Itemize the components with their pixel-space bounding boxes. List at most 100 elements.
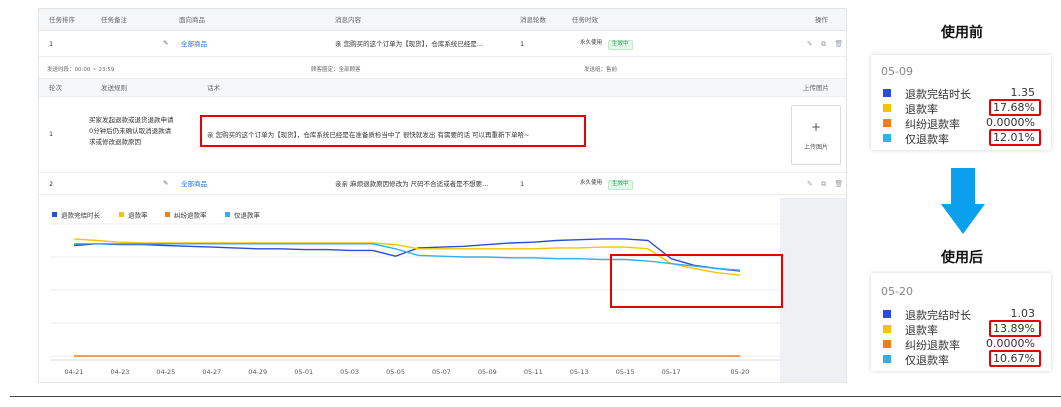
x-tick-label: 05-03 [340,368,359,376]
legend-swatch [52,212,57,217]
after-item-only-refund-rate: 仅退款率 10.67% [883,350,1041,367]
series-swatch [883,134,891,142]
after-panel: 05-20 退款完结时长 1.03 退款率 13.89% 纠纷退款率 0.000… [871,273,1051,371]
header-task-order: 任务排序 [49,16,75,24]
detail-round: 1 [49,130,54,138]
row-rounds: 1 [520,180,525,188]
after-item-refund-rate: 退款率 13.89% [883,320,1041,337]
item-label: 退款率 [905,103,938,116]
item-value: 0.0000% [986,337,1035,350]
before-item-duration: 退款完结时长 1.35 [883,86,1041,101]
header-task-validity: 任务时效 [572,16,598,24]
header-message-rounds: 消息轮数 [520,16,546,24]
before-item-dispute-rate: 纠纷退款率 0.0000% [883,116,1041,131]
legend-label: 退款率 [128,211,148,220]
x-tick-label: 05-09 [478,368,497,376]
x-tick-label: 05-07 [432,368,451,376]
status-badge: 生效中 [608,40,633,50]
x-tick-label: 04-29 [248,368,267,376]
item-label: 仅退款率 [905,354,949,367]
detail-subheader: 轮次 发送规则 话术 上传图片 [39,79,846,97]
goods-link[interactable]: 全部商品 [181,181,207,188]
before-date: 05-09 [881,65,913,78]
row-order: 2 [49,180,54,188]
item-label: 仅退款率 [905,133,949,146]
after-date: 05-20 [881,285,913,298]
task-management-screen: 任务排序 任务备注 面向商品 消息内容 消息轮数 任务时效 操作 1 ✎ 全部商… [38,8,847,383]
legend-label: 仅退款率 [234,211,261,220]
goods-link[interactable]: 全部商品 [181,41,207,48]
upload-label: 上传图片 [803,144,828,151]
legend-swatch [119,212,124,217]
edit-icon[interactable]: ✎ [163,180,168,187]
row-message: 亲 您购买的这个订单为【现货】，仓库系统已经是... [335,40,484,48]
row-order: 1 [49,40,54,48]
series-swatch [883,355,891,363]
chart-highlight-box [610,254,783,308]
item-label: 退款完结时长 [905,88,971,101]
col-round: 轮次 [49,84,62,92]
series-swatch [883,104,891,112]
table-row[interactable]: 1 ✎ 全部商品 亲 您购买的这个订单为【现货】，仓库系统已经是... 1 永久… [39,31,846,57]
header-task-note: 任务备注 [101,16,127,24]
row-operation-icons[interactable]: ✎ ⧉ 🗑 [807,40,846,49]
series-swatch [883,89,891,97]
x-tick-label: 05-01 [294,368,313,376]
x-tick-label: 04-21 [65,368,84,376]
series-swatch [883,340,891,348]
x-tick-label: 05-13 [570,368,589,376]
item-value: 0.0000% [986,116,1035,129]
item-value: 1.35 [1010,86,1036,99]
x-tick-label: 05-11 [524,368,543,376]
item-label: 纠纷退款率 [905,118,960,131]
legend-swatch [225,212,230,217]
series-swatch [883,119,891,127]
value-highlight-box [989,129,1041,146]
down-arrow-head [941,204,985,234]
item-label: 退款率 [905,324,938,337]
col-upload: 上传图片 [803,84,829,92]
value-highlight-box [989,350,1041,367]
upload-image-button[interactable]: + 上传图片 [791,105,841,165]
header-target-goods: 面向商品 [179,16,205,24]
plus-icon: + [810,120,822,134]
series-swatch [883,325,891,333]
before-panel: 05-09 退款完结时长 1.35 退款率 17.68% 纠纷退款率 0.000… [871,55,1051,150]
x-tick-label: 04-25 [156,368,175,376]
item-label: 纠纷退款率 [905,339,960,352]
script-highlight-box [200,115,586,147]
x-tick-label: 04-27 [202,368,221,376]
x-tick-label: 05-05 [386,368,405,376]
item-label: 退款完结时长 [905,309,971,322]
header-operations: 操作 [815,16,828,24]
legend-label: 纠纷退款率 [174,211,207,220]
after-item-dispute-rate: 纠纷退款率 0.0000% [883,337,1041,352]
table-header: 任务排序 任务备注 面向商品 消息内容 消息轮数 任务时效 操作 [39,9,846,31]
rule-line-2: 0分钟后仍未确认取消退款请 [89,127,172,135]
customer-scope: 顾客圈定：全部顾客 [311,67,361,73]
row-validity: 永久使用 [580,40,603,46]
before-title: 使用前 [941,25,983,41]
header-message-content: 消息内容 [335,16,361,24]
x-tick-label: 04-23 [110,368,129,376]
col-rule: 发送规则 [101,84,127,92]
series-swatch [883,310,891,318]
x-tick-label: 05-17 [662,368,681,376]
row-rounds: 1 [520,40,525,48]
send-time: 发送时段：00:00 ~ 23:59 [47,67,115,73]
rule-line-3: 求或修改退款原因 [89,138,141,146]
status-badge: 生效中 [608,180,633,190]
after-title: 使用后 [941,250,983,266]
item-value: 1.03 [1010,307,1036,320]
row-operation-icons[interactable]: ✎ ⧉ 🗑 [807,180,846,189]
edit-icon[interactable]: ✎ [163,40,168,47]
after-item-duration: 退款完结时长 1.03 [883,307,1041,322]
value-highlight-box [989,99,1041,116]
legend-swatch [165,212,170,217]
before-item-only-refund-rate: 仅退款率 12.01% [883,129,1041,146]
send-group: 发送组：售前 [584,67,618,73]
down-arrow-icon [951,168,975,204]
rule-line-1: 买家发起退款或退货退款申请 [89,116,174,124]
x-tick-label: 05-20 [731,368,750,376]
table-row[interactable]: 2 ✎ 全部商品 亲亲 麻烦退款原因修改为 尺码不合适或者是不想要... 1 永… [39,173,846,195]
